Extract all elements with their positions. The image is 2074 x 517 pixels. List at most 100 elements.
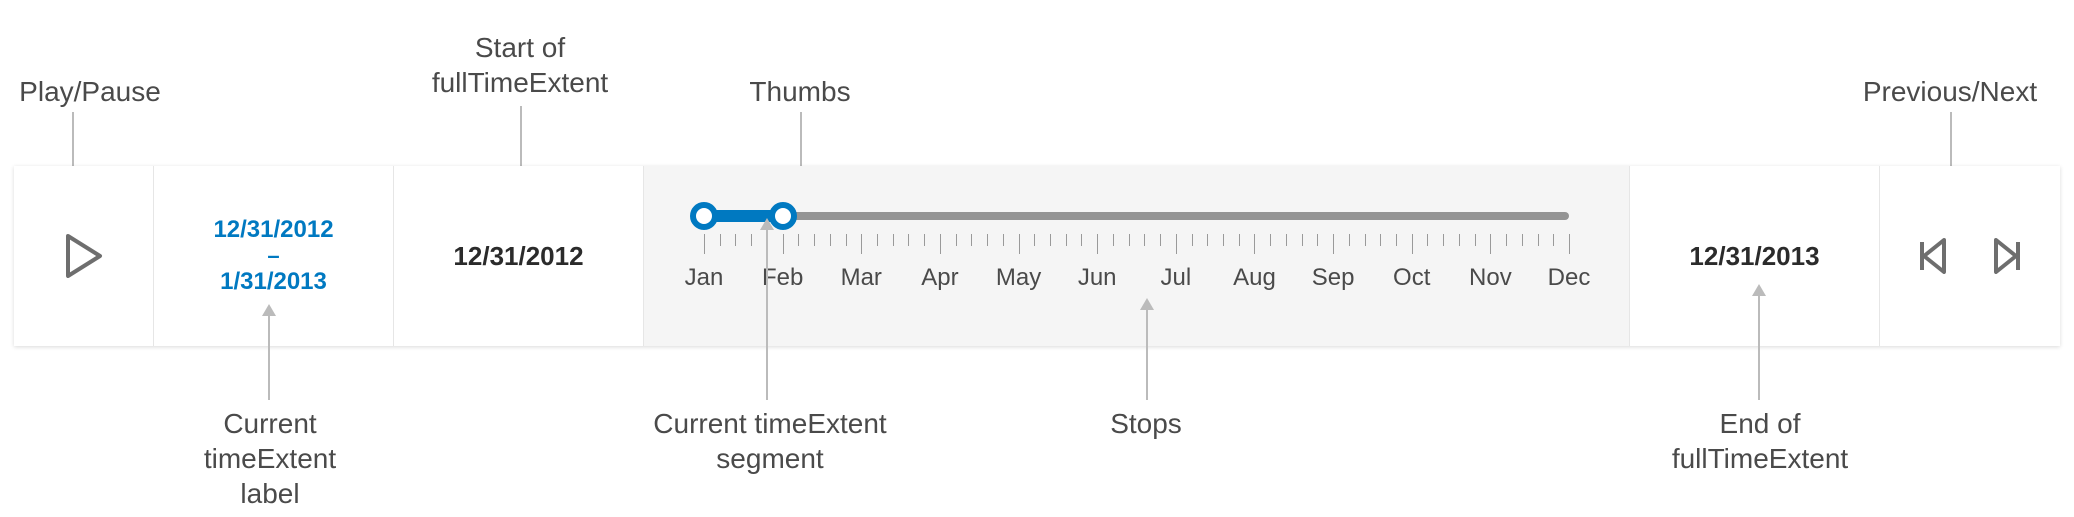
next-icon	[1992, 238, 2022, 274]
tick-minor	[1144, 234, 1145, 246]
tick-minor	[1050, 234, 1051, 246]
tick-minor	[1066, 234, 1067, 246]
tick-label: Aug	[1233, 264, 1276, 292]
tick-label: Jun	[1078, 264, 1117, 292]
annotation-stops: Stops	[1086, 406, 1206, 441]
tick-minor	[956, 234, 957, 246]
tick-label: May	[996, 264, 1041, 292]
arrow-head	[262, 304, 276, 316]
tick-major	[1097, 234, 1098, 254]
tick-minor	[1396, 234, 1397, 246]
tick-major	[704, 234, 705, 254]
tick-minor	[987, 234, 988, 246]
tick-label: Dec	[1548, 264, 1591, 292]
tick-label: Jul	[1160, 264, 1191, 292]
tick-major	[1019, 234, 1020, 254]
arrow-line	[766, 230, 768, 400]
slider-thumb-start[interactable]	[690, 202, 718, 230]
current-extent-separator: –	[267, 244, 279, 268]
current-time-extent-label: 12/31/2012 – 1/31/2013	[154, 166, 394, 346]
arrow-line	[1758, 296, 1760, 400]
tick-minor	[971, 234, 972, 246]
full-extent-start-label: 12/31/2012	[394, 166, 644, 346]
tick-minor	[1034, 234, 1035, 246]
tick-label: Oct	[1393, 264, 1430, 292]
tick-major	[861, 234, 862, 254]
tick-minor	[814, 234, 815, 246]
tick-minor	[1207, 234, 1208, 246]
tick-minor	[720, 234, 721, 246]
tick-minor	[1192, 234, 1193, 246]
tick-minor	[1270, 234, 1271, 246]
slider-rail	[704, 212, 1569, 220]
play-pause-button[interactable]	[14, 166, 154, 346]
annotation-thumbs: Thumbs	[720, 74, 880, 109]
tick-minor	[1365, 234, 1366, 246]
tick-minor	[846, 234, 847, 246]
tick-minor	[1538, 234, 1539, 246]
tick-minor	[830, 234, 831, 246]
tick-minor	[1003, 234, 1004, 246]
tick-minor	[893, 234, 894, 246]
tick-label: Mar	[841, 264, 882, 292]
tick-minor	[1459, 234, 1460, 246]
tick-minor	[751, 234, 752, 246]
tick-label: Nov	[1469, 264, 1512, 292]
tick-minor	[1302, 234, 1303, 246]
tick-minor	[1349, 234, 1350, 246]
tick-minor	[1223, 234, 1224, 246]
next-button[interactable]	[1992, 238, 2022, 274]
annotation-start-full: Start of fullTimeExtent	[380, 30, 660, 100]
tick-minor	[1443, 234, 1444, 246]
tick-minor	[1239, 234, 1240, 246]
tick-major	[1176, 234, 1177, 254]
tick-minor	[924, 234, 925, 246]
full-extent-end-label: 12/31/2013	[1630, 166, 1880, 346]
slider-ticks	[704, 234, 1569, 262]
arrow-head	[760, 218, 774, 230]
tick-minor	[1522, 234, 1523, 246]
annotation-play-pause: Play/Pause	[0, 74, 190, 109]
annotation-prev-next: Previous/Next	[1830, 74, 2070, 109]
tick-major	[1569, 234, 1570, 254]
tick-major	[1333, 234, 1334, 254]
arrow-head	[1752, 284, 1766, 296]
previous-button[interactable]	[1918, 238, 1948, 274]
tick-minor	[1129, 234, 1130, 246]
tick-minor	[798, 234, 799, 246]
tick-minor	[877, 234, 878, 246]
annotation-current-segment: Current timeExtent segment	[600, 406, 940, 476]
current-extent-end: 1/31/2013	[220, 268, 327, 296]
tick-major	[1490, 234, 1491, 254]
play-icon	[64, 234, 104, 278]
tick-label: Sep	[1312, 264, 1355, 292]
arrow-line	[1146, 310, 1148, 400]
tick-major	[783, 234, 784, 254]
slider-tick-labels: JanFebMarAprMayJunJulAugSepOctNovDec	[704, 264, 1569, 294]
tick-major	[1412, 234, 1413, 254]
tick-minor	[1317, 234, 1318, 246]
tick-minor	[735, 234, 736, 246]
arrow-head	[1140, 298, 1154, 310]
previous-icon	[1918, 238, 1948, 274]
tick-label: Jan	[685, 264, 724, 292]
tick-minor	[908, 234, 909, 246]
tick-major	[940, 234, 941, 254]
tick-label: Apr	[921, 264, 958, 292]
tick-minor	[1506, 234, 1507, 246]
annotation-current-label: Current timeExtent label	[170, 406, 370, 511]
tick-minor	[1475, 234, 1476, 246]
tick-minor	[1081, 234, 1082, 246]
tick-minor	[1427, 234, 1428, 246]
annotation-end-full: End of fullTimeExtent	[1620, 406, 1900, 476]
arrow-line	[268, 316, 270, 400]
tick-minor	[1380, 234, 1381, 246]
tick-minor	[1113, 234, 1114, 246]
nav-buttons	[1880, 166, 2060, 346]
slider-track-area: Jan Feb Mar Apr May Jun Jul Aug Sep Oct Nov Dec	[644, 166, 1630, 346]
tick-major	[1254, 234, 1255, 254]
tick-minor	[1160, 234, 1161, 246]
tick-label: Feb	[762, 264, 803, 292]
tick-minor	[1553, 234, 1554, 246]
time-slider-widget: 12/31/2012 – 1/31/2013 12/31/2012 Jan Feb…	[14, 166, 2060, 346]
